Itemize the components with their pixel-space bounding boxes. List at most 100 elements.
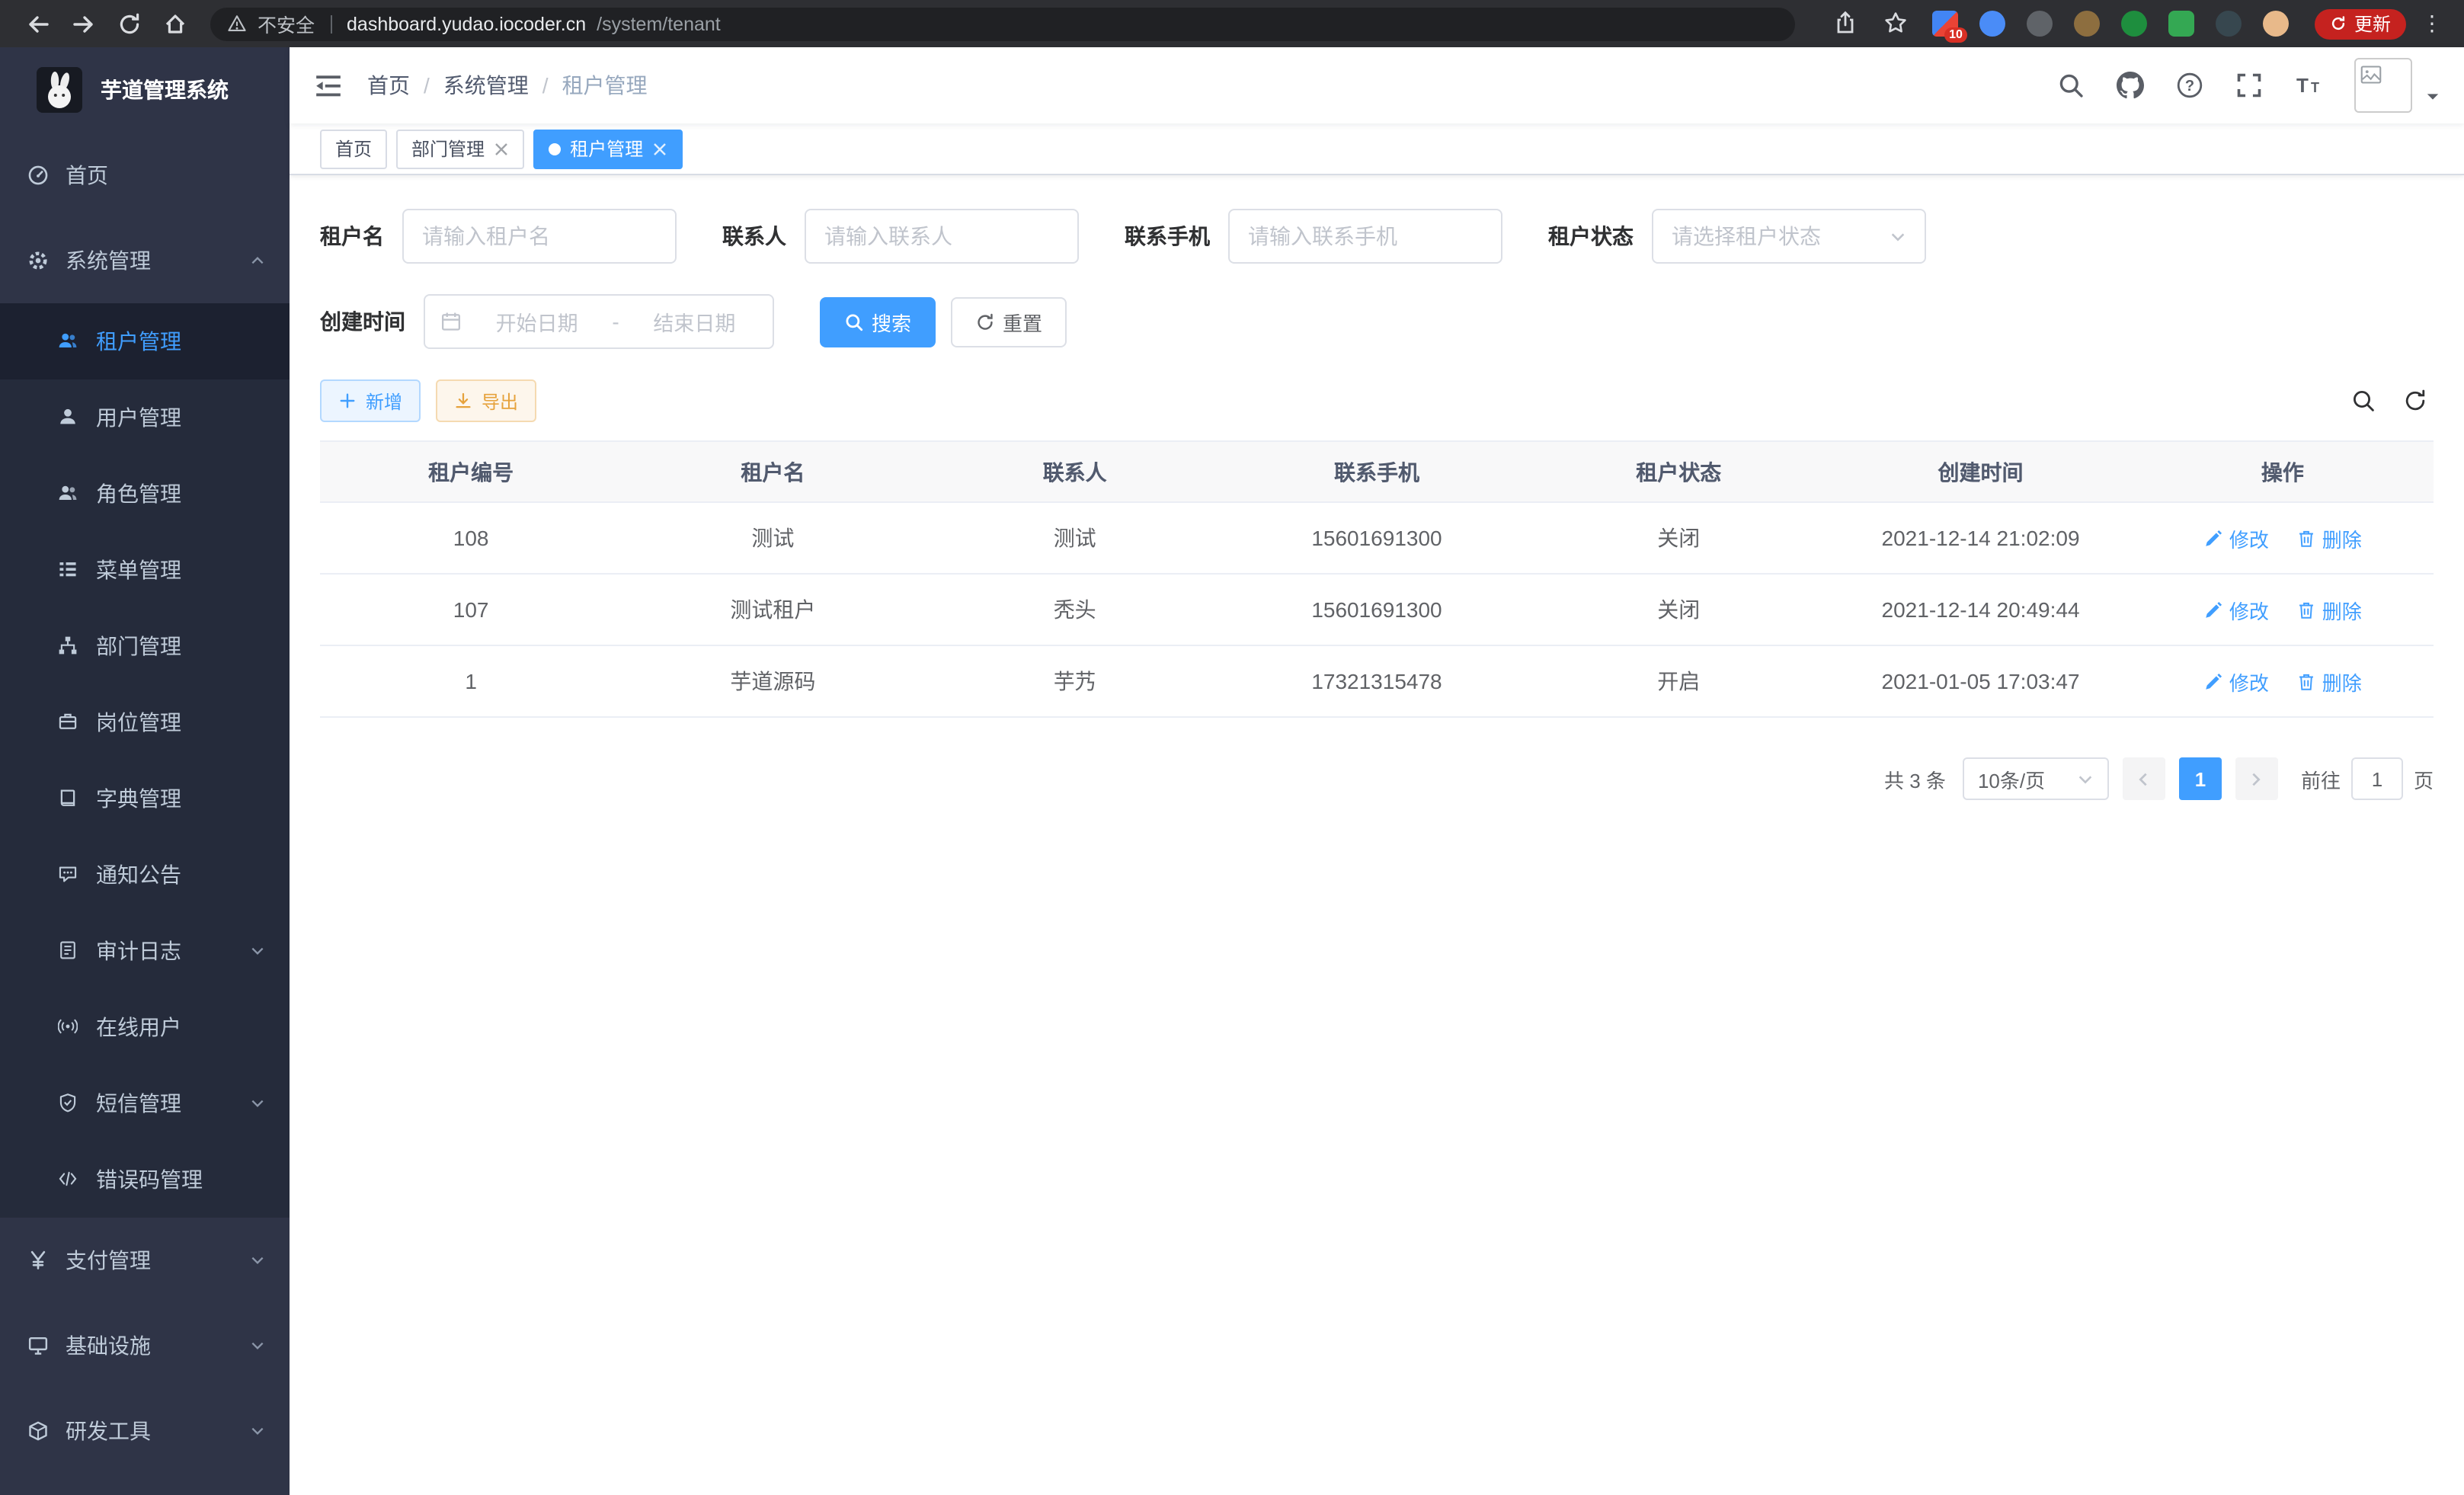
caret-down-icon[interactable] — [2426, 89, 2440, 103]
sidebar-item-dict[interactable]: 字典管理 — [0, 760, 290, 837]
chevron-down-icon — [2077, 770, 2094, 787]
reload-icon[interactable] — [117, 11, 142, 36]
trash-icon — [2296, 600, 2316, 619]
browser-menu-icon[interactable]: ⋮ — [2421, 11, 2443, 37]
sidebar-item-user[interactable]: 用户管理 — [0, 379, 290, 456]
sidebar-item-post[interactable]: 岗位管理 — [0, 684, 290, 760]
system-submenu: 租户管理 用户管理 角色管理 菜单管理 — [0, 303, 290, 1218]
sidebar-item-auditlog[interactable]: 审计日志 — [0, 913, 290, 989]
refresh-table-icon[interactable] — [2403, 389, 2427, 413]
chevron-up-icon — [250, 253, 265, 268]
app-logo[interactable]: 芋道管理系统 — [0, 47, 290, 133]
forward-icon[interactable] — [72, 11, 96, 36]
extension-icon-3[interactable] — [2027, 11, 2053, 37]
share-icon[interactable] — [1833, 11, 1859, 37]
search-icon[interactable] — [2057, 72, 2085, 99]
profile-avatar[interactable] — [2263, 11, 2289, 37]
sidebar-item-menu[interactable]: 菜单管理 — [0, 532, 290, 608]
org-tree-icon — [58, 635, 79, 657]
table-toolbar: 新增 导出 — [320, 379, 2434, 422]
tab-dept[interactable]: 部门管理 — [396, 129, 524, 168]
extension-icon-1[interactable]: 10 — [1932, 11, 1958, 37]
dashboard-icon — [27, 165, 49, 186]
edit-link[interactable]: 修改 — [2203, 667, 2269, 696]
col-mobile: 联系手机 — [1226, 441, 1528, 502]
cell-actions: 修改 删除 — [2132, 574, 2434, 645]
tenant-name-input[interactable] — [422, 224, 657, 248]
next-page-button[interactable] — [2235, 757, 2278, 800]
mobile-input[interactable] — [1248, 224, 1483, 248]
sidebar-fold-icon[interactable] — [314, 71, 343, 100]
extension-icon-6[interactable] — [2168, 11, 2194, 37]
breadcrumb-home[interactable]: 首页 — [367, 70, 410, 101]
cell-actions: 修改 删除 — [2132, 645, 2434, 717]
fullscreen-icon[interactable] — [2235, 72, 2263, 99]
goto-page-input[interactable] — [2351, 757, 2403, 800]
date-separator: - — [612, 309, 619, 334]
search-button[interactable]: 搜索 — [820, 296, 936, 347]
trash-icon — [2296, 671, 2316, 691]
extension-icon-5[interactable] — [2121, 11, 2147, 37]
breadcrumb-system[interactable]: 系统管理 — [443, 70, 529, 101]
extension-icon-7[interactable] — [2216, 11, 2242, 37]
close-icon[interactable] — [494, 141, 509, 156]
field-label: 租户状态 — [1548, 221, 1634, 251]
github-icon[interactable] — [2117, 72, 2144, 99]
chevron-down-icon — [250, 1338, 265, 1353]
delete-link[interactable]: 删除 — [2296, 667, 2362, 696]
help-icon[interactable]: ? — [2176, 72, 2203, 99]
sidebar-item-role[interactable]: 角色管理 — [0, 456, 290, 532]
sidebar-item-errorcode[interactable]: 错误码管理 — [0, 1141, 290, 1218]
main-area: 首页 / 系统管理 / 租户管理 ? — [290, 47, 2464, 1495]
sidebar-item-infra[interactable]: 基础设施 — [0, 1303, 290, 1388]
delete-link[interactable]: 删除 — [2296, 523, 2362, 552]
delete-link[interactable]: 删除 — [2296, 595, 2362, 624]
back-icon[interactable] — [26, 11, 50, 36]
sidebar-item-tenant[interactable]: 租户管理 — [0, 303, 290, 379]
page-number-1[interactable]: 1 — [2179, 757, 2222, 800]
edit-link[interactable]: 修改 — [2203, 595, 2269, 624]
date-range-picker[interactable]: 开始日期 - 结束日期 — [424, 294, 774, 349]
cell-tenant-id: 108 — [320, 502, 622, 574]
toggle-search-icon[interactable] — [2351, 389, 2376, 413]
sidebar-item-devtools[interactable]: 研发工具 — [0, 1388, 290, 1474]
edit-icon — [2203, 600, 2223, 619]
page-size-select[interactable]: 10条/页 — [1963, 757, 2109, 800]
extension-icon-4[interactable] — [2074, 11, 2100, 37]
extension-icon-2[interactable] — [1979, 11, 2005, 37]
sidebar-item-notice[interactable]: 通知公告 — [0, 837, 290, 913]
sidebar-item-pay[interactable]: 支付管理 — [0, 1218, 290, 1303]
sidebar-item-dept[interactable]: 部门管理 — [0, 608, 290, 684]
book-icon — [58, 788, 79, 809]
status-select[interactable]: 请选择租户状态 — [1652, 209, 1926, 264]
reset-button[interactable]: 重置 — [951, 296, 1067, 347]
extension-badge: 10 — [1944, 27, 1967, 43]
field-label: 租户名 — [320, 221, 384, 251]
tab-label: 首页 — [335, 136, 372, 162]
close-icon[interactable] — [652, 141, 667, 156]
prev-page-button[interactable] — [2123, 757, 2165, 800]
contact-input[interactable] — [824, 224, 1059, 248]
tab-home[interactable]: 首页 — [320, 129, 387, 168]
home-icon[interactable] — [163, 11, 187, 36]
export-button[interactable]: 导出 — [436, 379, 536, 422]
update-button[interactable]: 更新 — [2315, 8, 2406, 39]
tenant-name-input-wrap — [402, 209, 677, 264]
url-bar[interactable]: 不安全 dashboard.yudao.iocoder.cn/system/te… — [210, 7, 1795, 40]
sidebar-item-home[interactable]: 首页 — [0, 133, 290, 218]
sidebar-item-system[interactable]: 系统管理 — [0, 218, 290, 303]
edit-link[interactable]: 修改 — [2203, 523, 2269, 552]
search-button-label: 搜索 — [872, 307, 911, 336]
font-size-icon[interactable]: TT — [2295, 72, 2322, 99]
search-icon — [844, 312, 864, 331]
cell-tenant-name: 芋道源码 — [622, 645, 923, 717]
bookmark-star-icon[interactable] — [1883, 11, 1909, 37]
chevron-down-icon — [250, 943, 265, 959]
user-avatar[interactable] — [2354, 58, 2412, 113]
delete-label: 删除 — [2322, 595, 2362, 624]
add-button[interactable]: 新增 — [320, 379, 421, 422]
sidebar-item-online[interactable]: 在线用户 — [0, 989, 290, 1065]
sidebar-item-sms[interactable]: 短信管理 — [0, 1065, 290, 1141]
tab-tenant[interactable]: 租户管理 — [533, 129, 683, 168]
chevron-down-icon — [250, 1253, 265, 1268]
